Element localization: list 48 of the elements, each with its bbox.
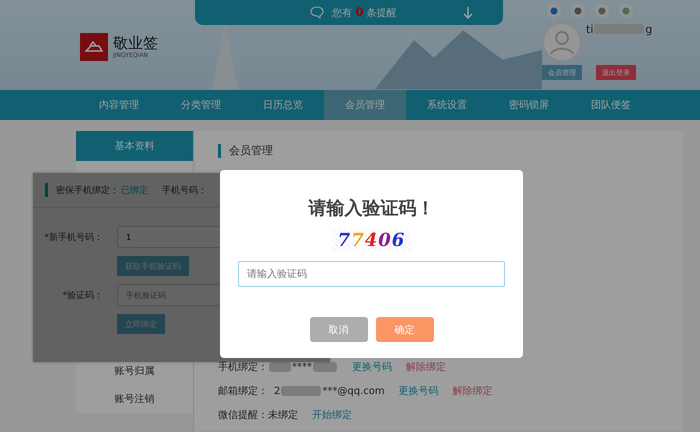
title-bar: [45, 183, 48, 197]
nav-tab[interactable]: 会员管理: [324, 90, 406, 120]
captcha-image: 77406: [332, 230, 412, 251]
row-value: ****: [292, 362, 312, 372]
title-bar: [218, 144, 221, 158]
status-value: 已绑定: [121, 184, 148, 196]
nav-tab[interactable]: 分类管理: [160, 90, 242, 120]
captcha-field[interactable]: 请输入验证码: [238, 261, 505, 287]
dialog-title: 请输入验证码！: [308, 197, 434, 220]
row-label: 微信提醒：: [218, 409, 268, 422]
username: g: [645, 22, 652, 36]
action-link[interactable]: 更换号码: [352, 360, 392, 374]
bind-button[interactable]: 立即绑定: [117, 314, 165, 334]
nav-tab[interactable]: 内容管理: [78, 90, 160, 120]
row-label: 邮箱绑定：: [218, 384, 268, 398]
row-label: 手机绑定：: [218, 361, 268, 374]
cancel-button[interactable]: 取消: [310, 317, 368, 342]
unbind-link[interactable]: 解除绑定: [406, 360, 446, 374]
redacted-block: [313, 362, 337, 372]
status-label: 密保手机绑定：: [56, 184, 119, 196]
unbind-link[interactable]: 解除绑定: [452, 384, 493, 398]
sidebar-item[interactable]: 基本资料: [76, 131, 193, 161]
sidebar-item[interactable]: 账号注销: [76, 385, 193, 413]
confirm-button[interactable]: 确定: [376, 317, 434, 342]
field-label: *新手机号码：: [44, 232, 103, 244]
nav-tab[interactable]: 团队便签: [570, 90, 652, 120]
field-label: *验证码：: [62, 290, 103, 302]
redacted-block: [269, 362, 291, 372]
chat-icon: [310, 6, 324, 19]
username: ti: [586, 22, 594, 36]
logo-icon: [80, 33, 108, 61]
avatar-icon: [542, 22, 582, 62]
redacted-block: [281, 386, 322, 396]
action-link[interactable]: 更换号码: [398, 384, 439, 398]
row-value: ***@qq.com: [322, 386, 385, 396]
action-link[interactable]: 开始绑定: [312, 408, 352, 422]
redacted-block: [594, 24, 644, 34]
nav-tab[interactable]: 密码锁屏: [488, 90, 570, 120]
down-arrow-icon[interactable]: [463, 6, 473, 18]
number-label: 手机号码：: [162, 184, 207, 196]
section-title: 会员管理: [229, 143, 273, 158]
brand-name: 敬业签: [113, 35, 158, 52]
row-value: 2: [274, 386, 280, 396]
nav-tab[interactable]: 系统设置: [406, 90, 488, 120]
get-code-button[interactable]: 获取手机验证码: [117, 256, 189, 276]
notice-text: 您有 0 条提醒: [332, 5, 397, 20]
nav-tab[interactable]: 日历总览: [242, 90, 324, 120]
row-value: 未绑定: [268, 408, 298, 422]
